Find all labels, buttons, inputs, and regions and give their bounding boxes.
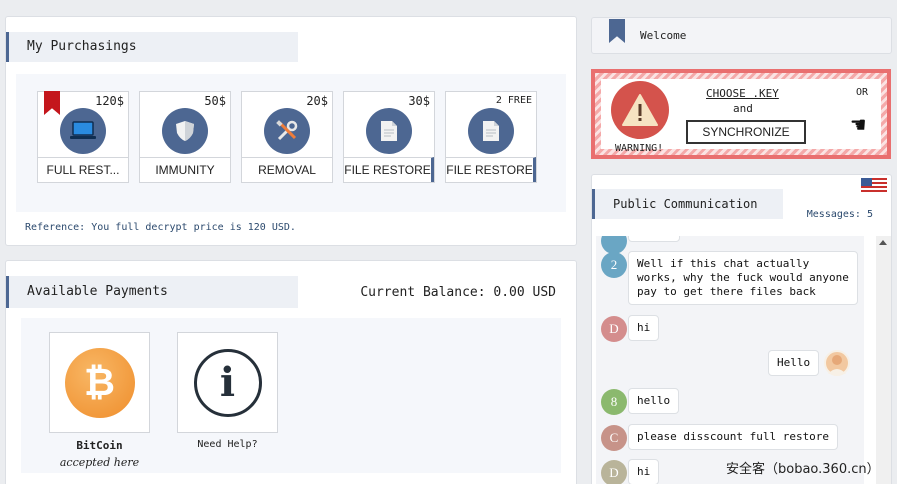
purchasing-title: My Purchasings — [6, 32, 298, 62]
avatar: D — [601, 316, 627, 342]
chat-panel: Public Communication Messages: 5 2 Well … — [591, 174, 892, 484]
warning-box: WARNING! CHOOSE .KEY and SYNCHRONIZE OR … — [591, 69, 891, 159]
chat-bubble: hi — [628, 315, 660, 341]
immunity-card[interactable]: 50$ IMMUNITY — [139, 91, 231, 183]
card-price: 20$ — [306, 94, 328, 108]
card-price: 30$ — [408, 94, 430, 108]
card-price: 50$ — [204, 94, 226, 108]
reference-text: Reference: You full decrypt price is 120… — [25, 222, 296, 233]
tools-icon — [264, 108, 310, 154]
user-avatar-icon — [824, 350, 850, 376]
bitcoin-subtitle: accepted here — [59, 456, 140, 469]
watermark: 安全客（bobao.360.cn） — [726, 462, 880, 477]
card-price: 120$ — [95, 94, 124, 108]
chat-bubble — [628, 236, 680, 242]
bookmark-icon — [609, 19, 625, 43]
bitcoin-option[interactable]: ₿ — [49, 332, 150, 433]
messages-count: Messages: 5 — [806, 209, 873, 220]
payments-panel: Available Payments Current Balance: 0.00… — [5, 260, 577, 484]
chat-bubble: hi — [628, 459, 660, 484]
card-label: FILE RESTORE — [344, 157, 434, 182]
bitcoin-name: BitCoin — [76, 439, 123, 452]
welcome-title: Welcome — [640, 29, 687, 42]
us-flag-icon[interactable] — [861, 178, 887, 194]
card-label: FILE RESTORE — [446, 157, 536, 182]
full-restore-card[interactable]: 120$ FULL REST... — [37, 91, 129, 183]
shield-icon — [162, 108, 208, 154]
help-option[interactable]: i — [177, 332, 278, 433]
synchronize-button[interactable]: SYNCHRONIZE — [686, 120, 806, 144]
file-icon — [366, 108, 412, 154]
scroll-up-icon[interactable] — [879, 240, 887, 245]
purchasing-panel: My Purchasings 120$ FULL REST... 50$ IMM… — [5, 16, 577, 246]
choose-key-link[interactable]: CHOOSE .KEY — [706, 87, 779, 100]
current-balance: Current Balance: 0.00 USD — [360, 285, 556, 300]
avatar: C — [601, 425, 627, 451]
info-icon: i — [193, 348, 262, 417]
chat-title: Public Communication — [592, 189, 783, 219]
removal-card[interactable]: 20$ REMOVAL — [241, 91, 333, 183]
chat-bubble: Hello — [768, 350, 820, 376]
file-restore-free-card[interactable]: 2 FREE FILE RESTORE — [445, 91, 537, 183]
avatar: 8 — [601, 389, 627, 415]
chat-bubble: please disscount full restore — [628, 424, 839, 450]
file-icon — [468, 108, 514, 154]
purchase-options: 120$ FULL REST... 50$ IMMUNITY 20$ REMOV… — [16, 74, 566, 212]
payment-methods: ₿ BitCoin accepted here i Need Help? — [21, 318, 561, 473]
bookmark-ribbon-icon — [44, 91, 60, 115]
and-label: and — [733, 102, 753, 115]
warning-inner: WARNING! CHOOSE .KEY and SYNCHRONIZE OR … — [601, 79, 881, 154]
chat-scrollbar[interactable] — [876, 236, 891, 484]
chat-bubble: Well if this chat actually works, why th… — [628, 251, 858, 305]
or-label: OR — [856, 87, 869, 98]
warning-label: WARNING! — [615, 143, 664, 154]
card-label: IMMUNITY — [140, 157, 230, 182]
avatar: 2 — [601, 252, 627, 278]
card-label: FULL REST... — [38, 157, 128, 182]
file-restore-card[interactable]: 30$ FILE RESTORE — [343, 91, 435, 183]
laptop-icon — [60, 108, 106, 154]
warning-icon — [611, 81, 669, 139]
card-label: REMOVAL — [242, 157, 332, 182]
chat-bubble: hello — [628, 388, 680, 414]
chat-messages: 2 Well if this chat actually works, why … — [596, 236, 864, 484]
payments-title: Available Payments — [6, 276, 298, 308]
card-price: 2 FREE — [495, 95, 532, 106]
avatar: D — [601, 460, 627, 484]
welcome-panel: Welcome — [591, 17, 892, 54]
help-label: Need Help? — [197, 439, 258, 450]
pointer-hand-icon[interactable]: ☚ — [851, 111, 865, 139]
bitcoin-icon: ₿ — [64, 347, 135, 418]
